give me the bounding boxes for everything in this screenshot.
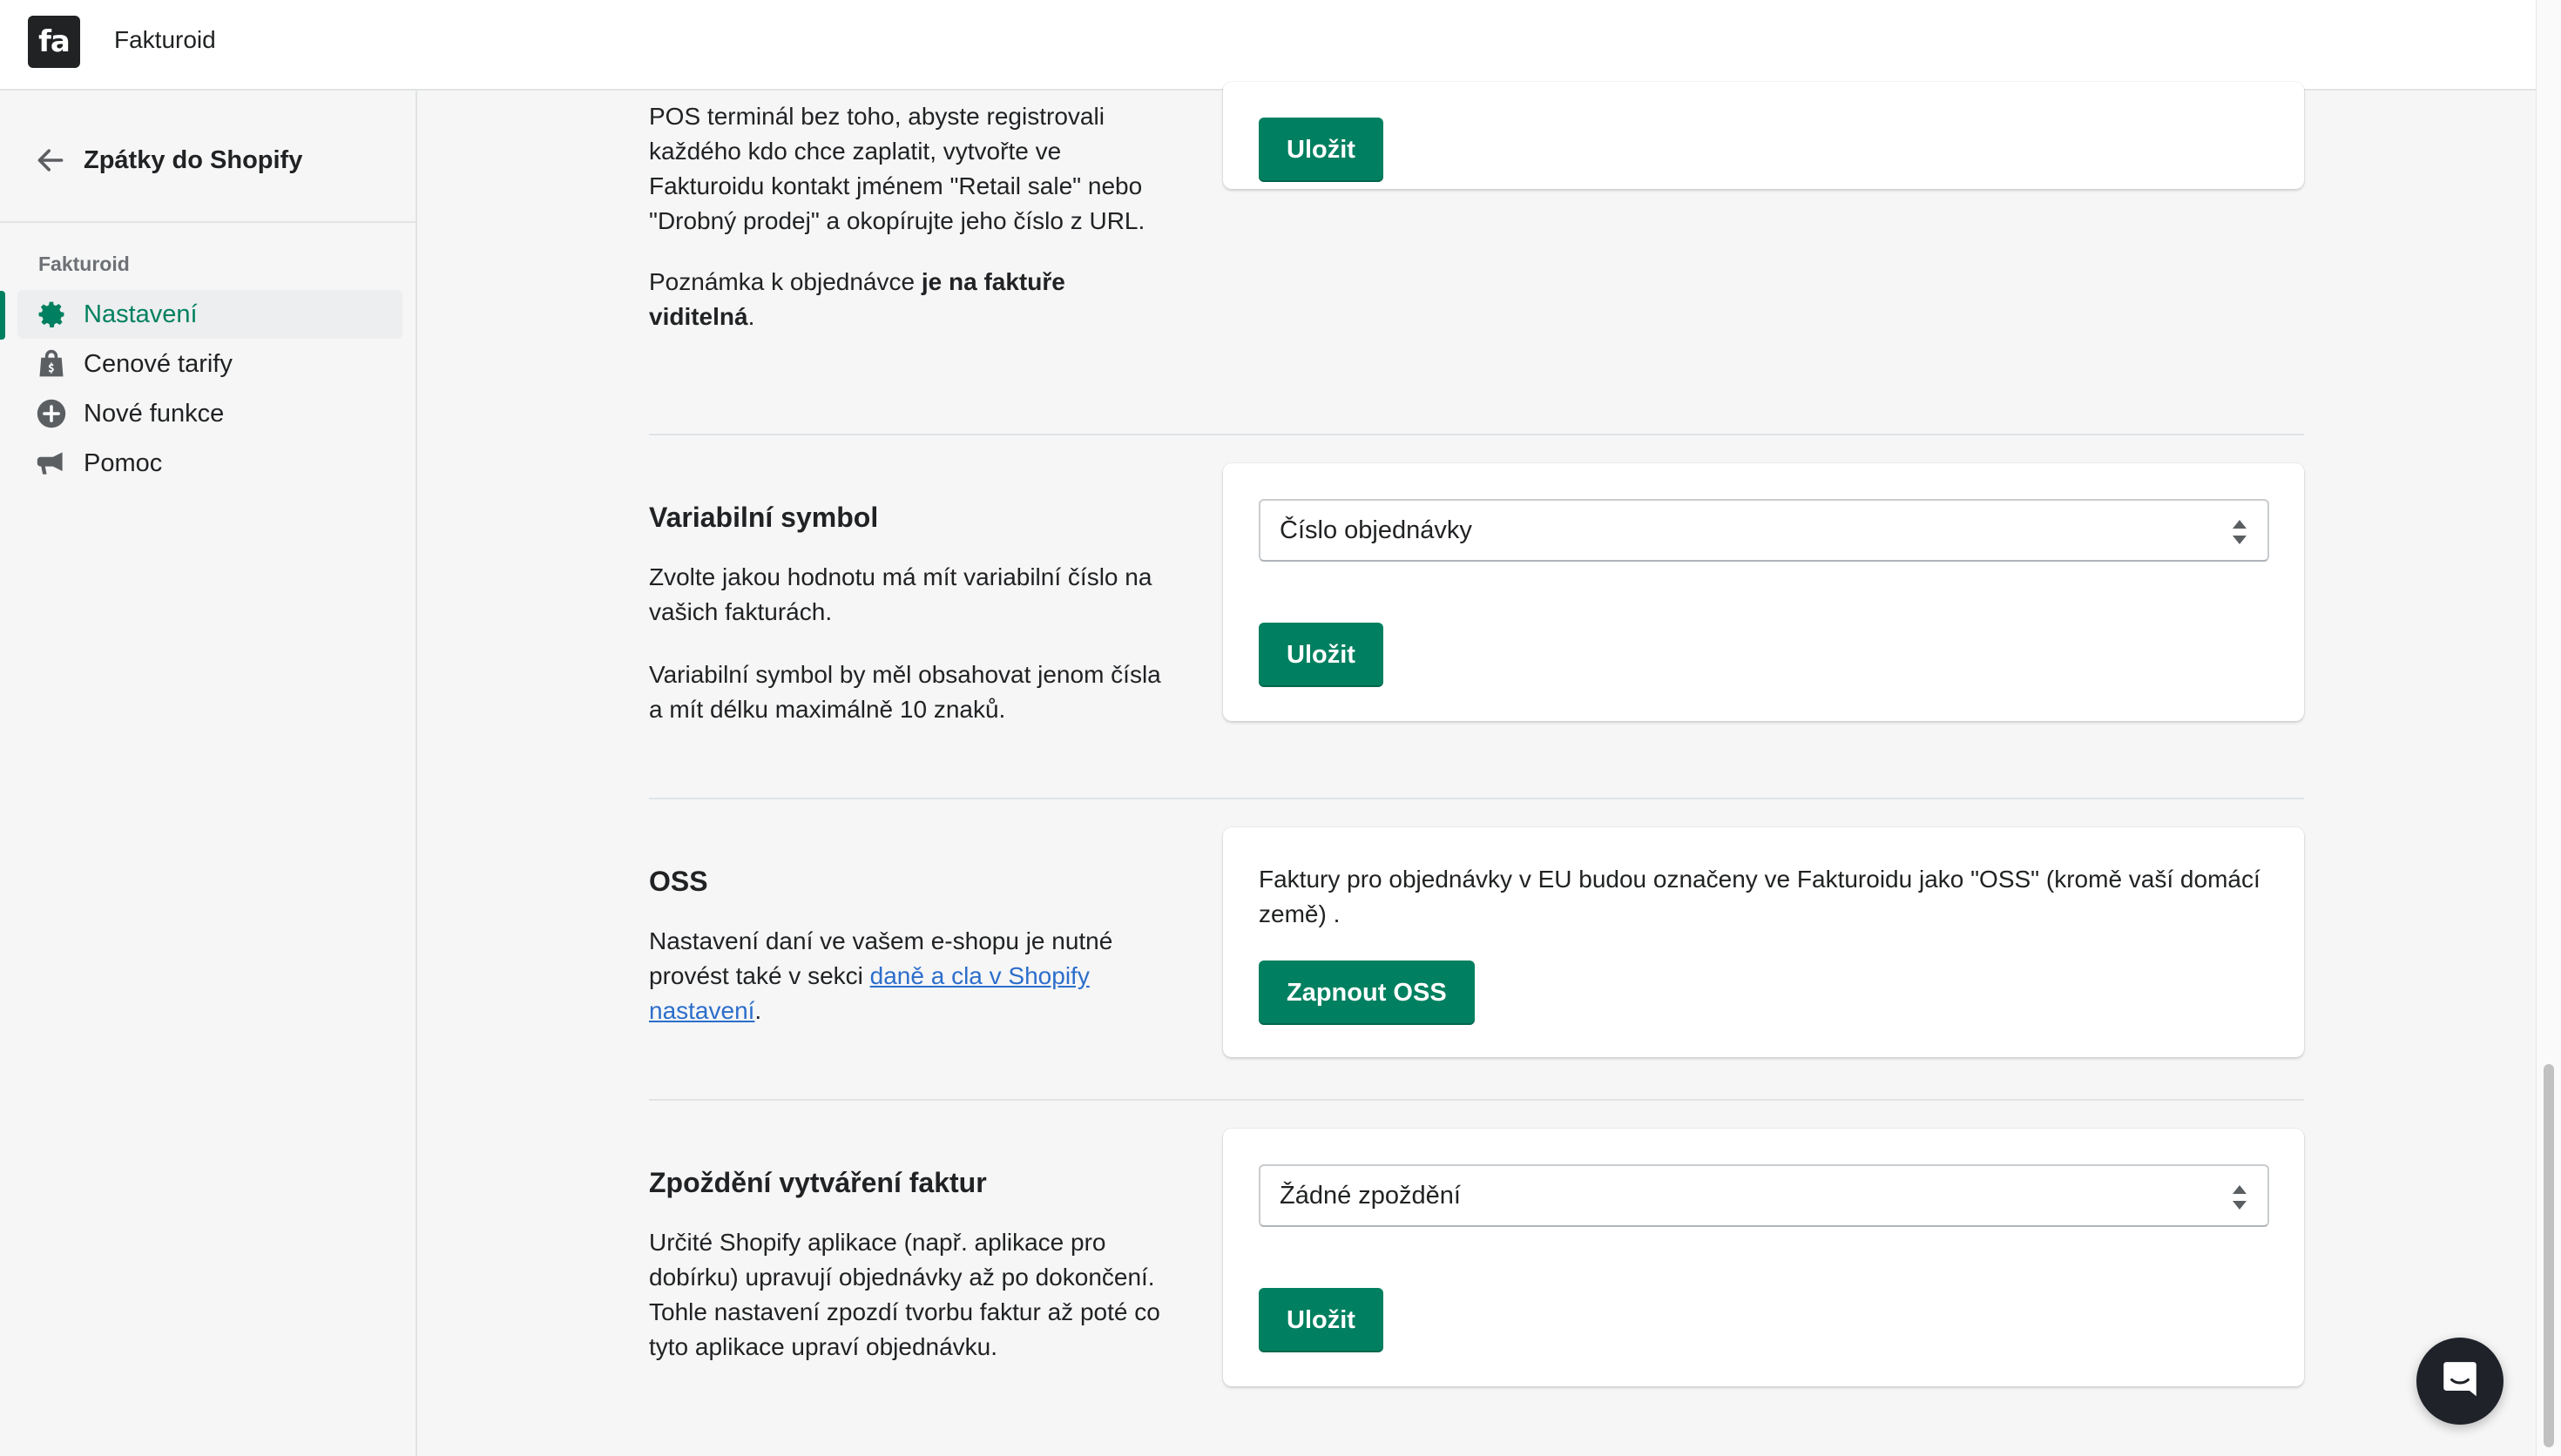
sidebar-item-label: Cenové tarify [84,349,233,378]
variable-symbol-title: Variabilní symbol [649,502,879,533]
section-divider [649,798,2304,799]
order-note-suffix: . [747,303,755,330]
invoice-delay-select-value: Žádné zpoždění [1280,1181,1461,1210]
invoice-delay-card: Žádné zpoždění Uložit [1223,1129,2304,1386]
variable-symbol-select[interactable]: Číslo objednávky [1259,499,2269,562]
oss-card: Faktury pro objednávky v EU budou označe… [1223,827,2304,1057]
sidebar-divider [0,221,416,223]
order-note-prefix: Poznámka k objednávce [649,268,922,295]
retail-save-button[interactable]: Uložit [1259,118,1383,182]
enable-oss-button[interactable]: Zapnout OSS [1259,961,1475,1025]
back-to-shopify-link[interactable]: Zpátky do Shopify [35,141,302,179]
section-divider [649,434,2304,435]
sidebar: Zpátky do Shopify Fakturoid Nastavení Ce… [0,91,417,1456]
plus-circle-icon [35,397,68,430]
invoice-delay-save-button[interactable]: Uložit [1259,1288,1383,1352]
chat-icon [2443,1362,2477,1397]
page-scrollbar[interactable] [2536,0,2561,1456]
sidebar-item-label: Pomoc [84,448,163,477]
variable-symbol-save-button[interactable]: Uložit [1259,623,1383,687]
select-caret-icon [2233,1185,2247,1210]
arrow-left-icon [37,149,64,172]
sidebar-item-help[interactable]: Pomoc [17,439,402,488]
retail-card: Uložit [1223,82,2304,189]
shopping-bag-icon [35,347,68,381]
invoice-delay-text: Určité Shopify aplikace (např. aplikace … [649,1229,1160,1360]
sidebar-item-settings[interactable]: Nastavení [17,290,402,339]
oss-title: OSS [649,866,708,897]
oss-card-text: Faktury pro objednávky v EU budou označe… [1259,866,2260,927]
app-logo[interactable]: fa [28,16,80,68]
chat-launcher-button[interactable] [2416,1338,2504,1425]
section-divider [649,1099,2304,1101]
back-label: Zpátky do Shopify [84,145,303,174]
active-indicator [0,291,5,340]
scrollbar-thumb[interactable] [2544,1064,2554,1447]
sidebar-item-new-features[interactable]: Nové funkce [17,389,402,438]
variable-symbol-select-value: Číslo objednávky [1280,516,1472,544]
app-name: Fakturoid [114,26,216,53]
top-bar: fa Fakturoid [0,0,2561,91]
invoice-delay-section: Zpoždění vytváření faktur Určité Shopify… [649,1167,1172,1365]
variable-symbol-section: Variabilní symbol Zvolte jakou hodnotu m… [649,502,1172,727]
oss-text-suffix: . [754,997,762,1024]
sidebar-item-pricing[interactable]: Cenové tarify [17,340,402,388]
gear-icon [35,298,68,331]
order-note-info: Poznámka k objednávce je na faktuře vidi… [649,265,1172,334]
sidebar-item-label: Nové funkce [84,399,225,428]
variable-symbol-text-2: Variabilní symbol by měl obsahovat jenom… [649,661,1161,723]
oss-section: OSS Nastavení daní ve vašem e-shopu je n… [649,866,1172,1028]
sidebar-item-label: Nastavení [84,300,198,328]
variable-symbol-card: Číslo objednávky Uložit [1223,463,2304,721]
main-content: POS terminál bez toho, abyste registrova… [419,82,2536,1456]
retail-section-text: POS terminál bez toho, abyste registrova… [649,99,1172,334]
invoice-delay-title: Zpoždění vytváření faktur [649,1167,987,1198]
oss-description: Nastavení daní ve vašem e-shopu je nutné… [649,924,1172,1028]
invoice-delay-select[interactable]: Žádné zpoždění [1259,1164,2269,1227]
select-caret-icon [2233,520,2247,544]
sidebar-section-title: Fakturoid [38,253,130,275]
retail-description: POS terminál bez toho, abyste registrova… [649,103,1145,234]
megaphone-icon [35,447,68,480]
variable-symbol-text-1: Zvolte jakou hodnotu má mít variabilní č… [649,563,1152,625]
